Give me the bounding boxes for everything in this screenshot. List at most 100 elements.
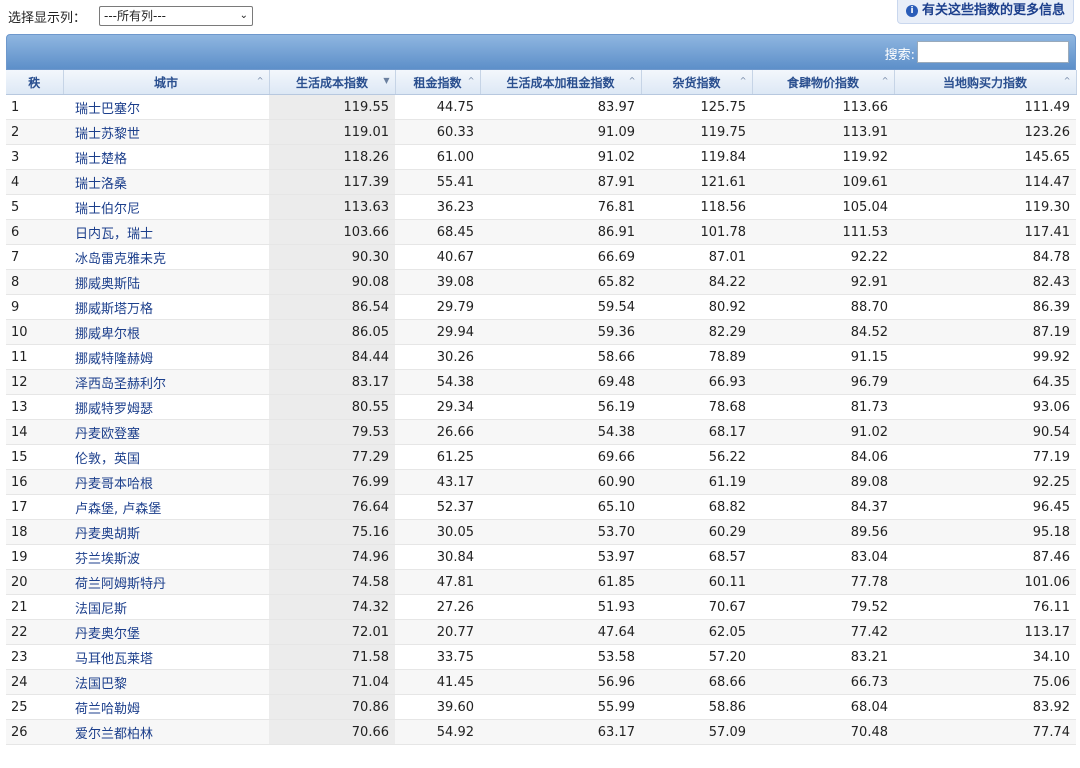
city-link[interactable]: 冰岛雷克雅未克 (63, 244, 269, 270)
city-link[interactable]: 伦敦，英国 (63, 444, 269, 470)
col-plus-rent-cell: 76.81 (480, 194, 641, 220)
rent-cell: 47.81 (395, 569, 480, 595)
rent-cell: 29.94 (395, 319, 480, 345)
city-link[interactable]: 泽西岛圣赫利尔 (63, 369, 269, 395)
rent-cell: 26.66 (395, 419, 480, 445)
groceries-cell: 119.75 (641, 119, 752, 145)
col-plus-rent-cell: 56.19 (480, 394, 641, 420)
rent-cell: 20.77 (395, 619, 480, 645)
table-row: 14 丹麦欧登塞 79.53 26.66 54.38 68.17 91.02 90.54 (6, 419, 1076, 445)
city-link[interactable]: 日内瓦，瑞士 (63, 219, 269, 245)
restaurant-cell: 89.56 (752, 519, 894, 545)
rent-cell: 54.38 (395, 369, 480, 395)
sort-icon: ^ (467, 76, 475, 85)
groceries-cell: 70.67 (641, 594, 752, 620)
column-header-city[interactable]: 城市 ^ (63, 70, 270, 95)
groceries-cell: 60.11 (641, 569, 752, 595)
restaurant-cell: 84.06 (752, 444, 894, 470)
city-link[interactable]: 瑞士洛桑 (63, 169, 269, 195)
table-row: 22 丹麦奥尔堡 72.01 20.77 47.64 62.05 77.42 113.17 (6, 619, 1076, 645)
rank-cell: 7 (6, 244, 63, 270)
groceries-cell: 61.19 (641, 469, 752, 495)
city-link[interactable]: 荷兰阿姆斯特丹 (63, 569, 269, 595)
rent-cell: 52.37 (395, 494, 480, 520)
cost-of-living-cell: 113.63 (269, 194, 395, 220)
groceries-cell: 78.68 (641, 394, 752, 420)
table-row: 9 挪威斯塔万格 86.54 29.79 59.54 80.92 88.70 86.39 (6, 294, 1076, 320)
purchasing-power-cell: 82.43 (894, 269, 1076, 295)
col-plus-rent-cell: 69.48 (480, 369, 641, 395)
restaurant-cell: 79.52 (752, 594, 894, 620)
city-link[interactable]: 丹麦哥本哈根 (63, 469, 269, 495)
groceries-cell: 57.20 (641, 644, 752, 670)
cost-of-living-cell: 80.55 (269, 394, 395, 420)
city-link[interactable]: 瑞士楚格 (63, 144, 269, 170)
city-link[interactable]: 挪威奥斯陆 (63, 269, 269, 295)
city-link[interactable]: 挪威斯塔万格 (63, 294, 269, 320)
rent-cell: 60.33 (395, 119, 480, 145)
cost-of-living-cell: 119.55 (269, 94, 395, 120)
city-link[interactable]: 荷兰哈勒姆 (63, 694, 269, 720)
rank-cell: 9 (6, 294, 63, 320)
rank-cell: 19 (6, 544, 63, 570)
city-link[interactable]: 瑞士伯尔尼 (63, 194, 269, 220)
table-row: 19 芬兰埃斯波 74.96 30.84 53.97 68.57 83.04 87.46 (6, 544, 1076, 570)
city-link[interactable]: 丹麦欧登塞 (63, 419, 269, 445)
restaurant-cell: 111.53 (752, 219, 894, 245)
sort-icon: ^ (881, 76, 889, 85)
col-plus-rent-cell: 55.99 (480, 694, 641, 720)
restaurant-cell: 92.22 (752, 244, 894, 270)
city-link[interactable]: 挪威特隆赫姆 (63, 344, 269, 370)
city-link[interactable]: 挪威特罗姆瑟 (63, 394, 269, 420)
city-link[interactable]: 丹麦奥胡斯 (63, 519, 269, 545)
more-info-link[interactable]: i 有关这些指数的更多信息 (896, 0, 1074, 24)
table-row: 11 挪威特隆赫姆 84.44 30.26 58.66 78.89 91.15 99.92 (6, 344, 1076, 370)
city-link[interactable]: 瑞士巴塞尔 (63, 94, 269, 120)
restaurant-cell: 68.04 (752, 694, 894, 720)
groceries-cell: 84.22 (641, 269, 752, 295)
rent-cell: 33.75 (395, 644, 480, 670)
city-link[interactable]: 芬兰埃斯波 (63, 544, 269, 570)
table-row: 2 瑞士苏黎世 119.01 60.33 91.09 119.75 113.91 123.26 (6, 119, 1076, 145)
restaurant-cell: 105.04 (752, 194, 894, 220)
purchasing-power-cell: 77.74 (894, 719, 1076, 745)
column-header-cost-of-living[interactable]: 生活成本指数 ▼ (269, 70, 396, 95)
rent-cell: 29.34 (395, 394, 480, 420)
purchasing-power-cell: 123.26 (894, 119, 1076, 145)
rent-cell: 54.92 (395, 719, 480, 745)
rank-cell: 17 (6, 494, 63, 520)
purchasing-power-cell: 119.30 (894, 194, 1076, 220)
column-header-rent[interactable]: 租金指数 ^ (395, 70, 481, 95)
col-plus-rent-cell: 91.02 (480, 144, 641, 170)
table-row: 17 卢森堡, 卢森堡 76.64 52.37 65.10 68.82 84.37 96.45 (6, 494, 1076, 520)
cost-of-living-cell: 103.66 (269, 219, 395, 245)
city-link[interactable]: 爱尔兰都柏林 (63, 719, 269, 745)
cost-of-living-cell: 90.08 (269, 269, 395, 295)
table-row: 23 马耳他瓦莱塔 71.58 33.75 53.58 57.20 83.21 34.10 (6, 644, 1076, 670)
restaurant-cell: 91.15 (752, 344, 894, 370)
city-link[interactable]: 马耳他瓦莱塔 (63, 644, 269, 670)
col-plus-rent-cell: 53.58 (480, 644, 641, 670)
city-link[interactable]: 瑞士苏黎世 (63, 119, 269, 145)
city-link[interactable]: 法国巴黎 (63, 669, 269, 695)
groceries-cell: 118.56 (641, 194, 752, 220)
column-select-value: ---所有列--- (104, 9, 166, 23)
column-header-groceries[interactable]: 杂货指数 ^ (641, 70, 753, 95)
column-header-col-plus-rent[interactable]: 生活成本加租金指数 ^ (480, 70, 642, 95)
rank-cell: 23 (6, 644, 63, 670)
city-link[interactable]: 卢森堡, 卢森堡 (63, 494, 269, 520)
cost-of-living-cell: 117.39 (269, 169, 395, 195)
sort-icon: ^ (628, 76, 636, 85)
column-select[interactable]: ---所有列--- ⌄ (99, 6, 253, 26)
column-header-restaurant[interactable]: 食肆物价指数 ^ (752, 70, 895, 95)
rank-cell: 24 (6, 669, 63, 695)
rank-cell: 22 (6, 619, 63, 645)
restaurant-cell: 66.73 (752, 669, 894, 695)
top-bar: 选择显示列： ---所有列--- ⌄ i 有关这些指数的更多信息 (0, 0, 1080, 32)
city-link[interactable]: 法国尼斯 (63, 594, 269, 620)
column-header-purchasing-power[interactable]: 当地购买力指数 ^ (894, 70, 1077, 95)
city-link[interactable]: 挪威卑尔根 (63, 319, 269, 345)
city-link[interactable]: 丹麦奥尔堡 (63, 619, 269, 645)
column-header-rank[interactable]: 秩 (6, 70, 64, 95)
search-input[interactable] (917, 41, 1069, 63)
